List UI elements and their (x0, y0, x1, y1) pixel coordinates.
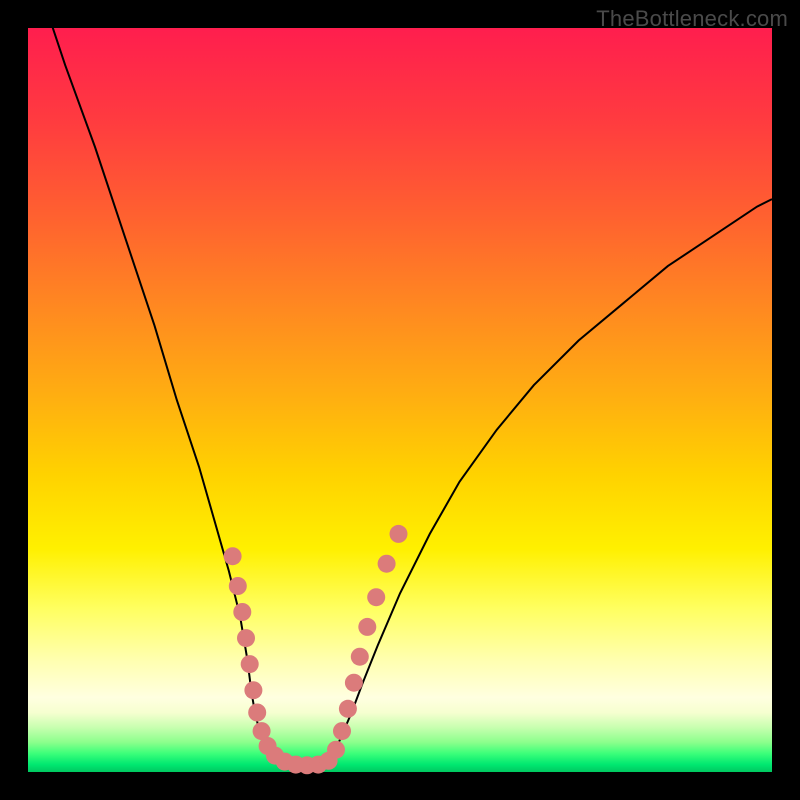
plot-area (28, 28, 772, 772)
watermark-text: TheBottleneck.com (596, 6, 788, 32)
marker-dot (229, 577, 247, 595)
curve-path (43, 0, 772, 765)
bottleneck-curve (43, 0, 772, 765)
marker-dot (241, 655, 259, 673)
marker-dot (224, 547, 242, 565)
marker-dot (358, 618, 376, 636)
marker-dot (333, 722, 351, 740)
marker-dot (351, 648, 369, 666)
marker-dot (378, 555, 396, 573)
highlight-markers (224, 525, 408, 774)
marker-dot (237, 629, 255, 647)
chart-frame: TheBottleneck.com (0, 0, 800, 800)
marker-dot (248, 704, 266, 722)
marker-dot (339, 700, 357, 718)
marker-dot (345, 674, 363, 692)
marker-dot (367, 588, 385, 606)
marker-dot (327, 741, 345, 759)
marker-dot (244, 681, 262, 699)
marker-dot (233, 603, 251, 621)
marker-dot (390, 525, 408, 543)
curve-svg (28, 28, 772, 772)
